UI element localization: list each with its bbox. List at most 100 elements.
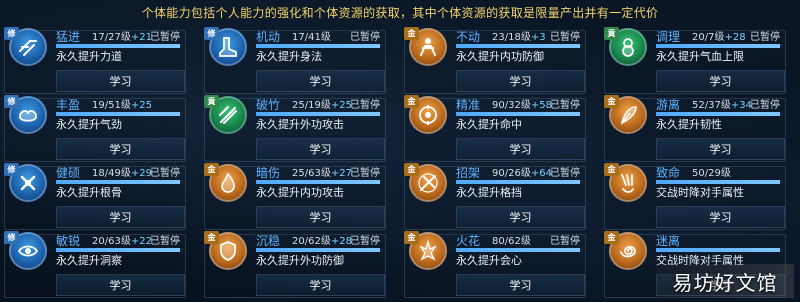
skill-name: 迷离 <box>656 234 681 248</box>
progress-fill <box>56 112 181 116</box>
skill-level: 20/62级+28 <box>292 236 352 248</box>
learn-button[interactable]: 学习 <box>456 274 585 296</box>
tier-badge: 金 <box>404 27 419 40</box>
progress-fill <box>56 180 181 184</box>
skill-level: 90/32级+58 <box>492 100 552 112</box>
skill-card: 金 致命 50/29级 交战时降对手属性 学习 <box>600 162 788 234</box>
level-text: 52/37级 <box>692 100 731 111</box>
progress-fill <box>456 248 581 252</box>
level-text: 80/62级 <box>492 236 531 247</box>
level-bonus: +25 <box>130 100 152 111</box>
level-bonus: +58 <box>530 100 552 111</box>
level-text: 90/32级 <box>492 100 531 111</box>
learn-button[interactable]: 学习 <box>656 70 785 92</box>
paused-status: 已暂停 <box>350 100 380 111</box>
progress-bar <box>656 248 783 252</box>
paused-status: 已暂停 <box>350 168 380 179</box>
progress-fill <box>256 248 381 252</box>
learn-button[interactable]: 学习 <box>656 138 785 160</box>
skill-card: 修 敏锐 20/63级+22 已暂停 永久提升洞察 学习 <box>0 230 188 302</box>
progress-bar <box>56 180 183 184</box>
skill-description: 永久提升格挡 <box>456 186 522 199</box>
skill-card: 金 沉稳 20/62级+28 已暂停 永久提升外功防御 学习 <box>200 230 388 302</box>
progress-fill <box>656 112 781 116</box>
skill-card: 修 机动 17/41级 已暂停 永久提升身法 学习 <box>200 26 388 98</box>
skill-level: 25/63级+27 <box>292 168 352 180</box>
tier-badge: 修 <box>4 231 19 244</box>
progress-bar <box>456 112 583 116</box>
paused-status: 已暂停 <box>550 236 580 247</box>
skill-card: 金 火花 80/62级 已暂停 永久提升会心 学习 <box>400 230 588 302</box>
skill-level: 20/7级+28 <box>692 32 746 44</box>
progress-bar <box>256 248 383 252</box>
level-bonus: +27 <box>330 168 352 179</box>
skill-description: 永久提升力道 <box>56 50 122 63</box>
progress-fill <box>256 44 381 48</box>
learn-button[interactable]: 学习 <box>56 206 185 228</box>
progress-fill <box>656 44 781 48</box>
skill-description: 永久提升洞察 <box>56 254 122 267</box>
tier-badge: 金 <box>204 163 219 176</box>
level-text: 20/62级 <box>292 236 331 247</box>
learn-button[interactable]: 学习 <box>56 70 185 92</box>
skill-card: 修 丰盈 19/51级+25 永久提升气劲 学习 <box>0 94 188 166</box>
skill-card: 金 精准 90/32级+58 已暂停 永久提升命中 学习 <box>400 94 588 166</box>
paused-status: 已暂停 <box>150 168 180 179</box>
learn-button[interactable]: 学习 <box>256 138 385 160</box>
skill-name: 沉稳 <box>256 234 281 248</box>
tier-badge: 貢 <box>604 27 619 40</box>
tier-badge: 金 <box>604 163 619 176</box>
progress-bar <box>256 44 383 48</box>
skill-level: 19/51级+25 <box>92 100 152 112</box>
tier-badge: 修 <box>4 95 19 108</box>
skill-description: 永久提升身法 <box>256 50 322 63</box>
skill-level: 80/62级 <box>492 236 531 248</box>
progress-fill <box>656 180 781 184</box>
learn-button[interactable]: 学习 <box>256 70 385 92</box>
learn-button[interactable]: 学习 <box>456 70 585 92</box>
skill-name: 暗伤 <box>256 166 281 180</box>
progress-bar <box>656 180 783 184</box>
skill-name: 机动 <box>256 30 281 44</box>
paused-status: 已暂停 <box>150 236 180 247</box>
level-text: 25/19级 <box>292 100 331 111</box>
skill-card: 貢 调理 20/7级+28 已暂停 永久提升气血上限 学习 <box>600 26 788 98</box>
skill-level: 17/27级+21 <box>92 32 152 44</box>
skill-name: 招架 <box>456 166 481 180</box>
skill-level: 20/63级+22 <box>92 236 152 248</box>
paused-status: 已暂停 <box>150 32 180 43</box>
level-bonus: +34 <box>730 100 752 111</box>
learn-button[interactable]: 学习 <box>256 206 385 228</box>
learn-button[interactable]: 学习 <box>656 206 785 228</box>
level-text: 20/7级 <box>692 32 725 43</box>
tier-badge: 修 <box>204 27 219 40</box>
watermark: 易坊好文馆 <box>656 264 794 298</box>
tier-badge: 金 <box>604 95 619 108</box>
learn-button[interactable]: 学习 <box>456 138 585 160</box>
skill-card: 金 暗伤 25/63级+27 已暂停 永久提升内功攻击 学习 <box>200 162 388 234</box>
tier-badge: 金 <box>204 231 219 244</box>
paused-status: 已暂停 <box>350 32 380 43</box>
progress-fill <box>56 44 181 48</box>
learn-button[interactable]: 学习 <box>56 138 185 160</box>
skill-name: 猛进 <box>56 30 81 44</box>
learn-button[interactable]: 学习 <box>56 274 185 296</box>
tier-badge: 金 <box>404 231 419 244</box>
skill-description: 永久提升外功防御 <box>256 254 344 267</box>
learn-button[interactable]: 学习 <box>456 206 585 228</box>
progress-fill <box>456 112 581 116</box>
level-bonus: +21 <box>130 32 152 43</box>
skill-name: 敏锐 <box>56 234 81 248</box>
skill-card: 金 不动 23/18级+3 已暂停 永久提升内功防御 学习 <box>400 26 588 98</box>
progress-fill <box>256 180 381 184</box>
level-bonus: +64 <box>530 168 552 179</box>
skill-description: 永久提升气劲 <box>56 118 122 131</box>
skill-level: 18/49级+29 <box>92 168 152 180</box>
skill-name: 破竹 <box>256 98 281 112</box>
tier-badge: 金 <box>404 95 419 108</box>
skill-level: 90/26级+64 <box>492 168 552 180</box>
progress-bar <box>456 180 583 184</box>
learn-button[interactable]: 学习 <box>256 274 385 296</box>
skill-card: 修 健硕 18/49级+29 已暂停 永久提升根骨 学习 <box>0 162 188 234</box>
skill-description: 交战时降对手属性 <box>656 186 744 199</box>
